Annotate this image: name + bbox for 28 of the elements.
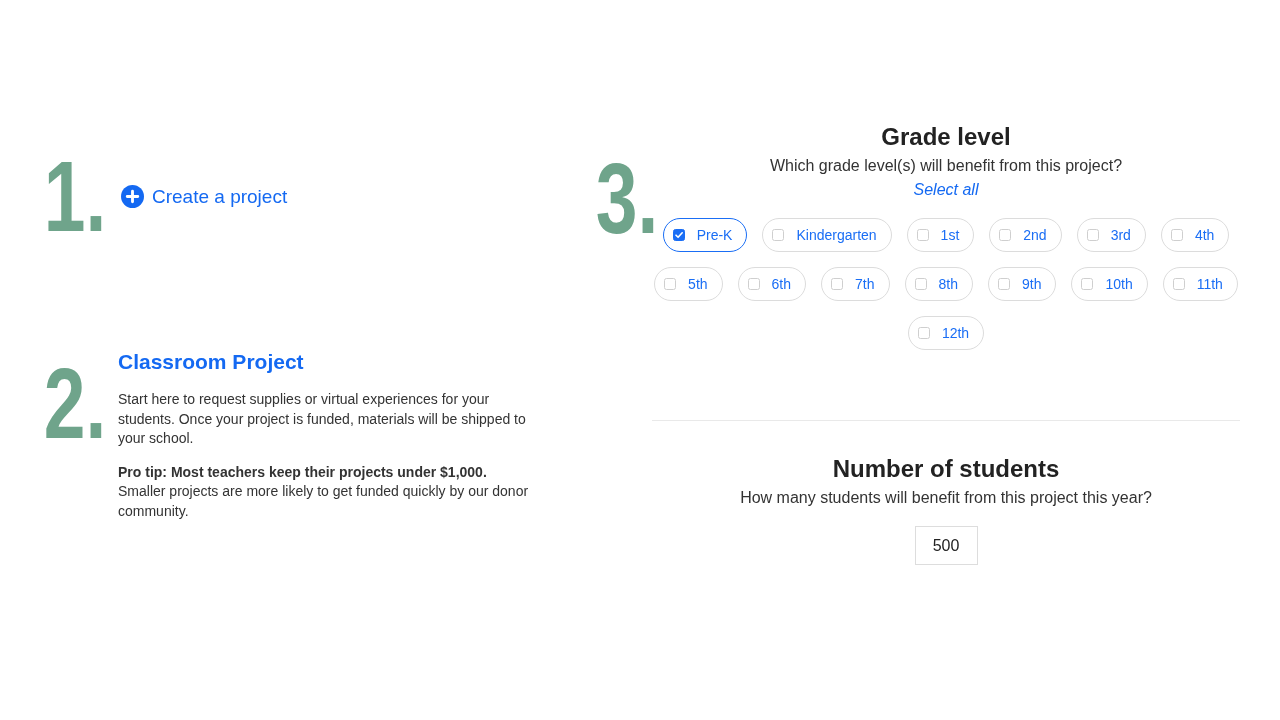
- section-title: Grade level: [881, 122, 1011, 152]
- create-project-link[interactable]: Create a project: [121, 185, 288, 208]
- grade-option[interactable]: Pre-K: [662, 218, 748, 252]
- step-number: 2.: [43, 366, 106, 441]
- select-all-link[interactable]: Select all: [913, 180, 979, 200]
- grade-option[interactable]: 7th: [821, 267, 890, 301]
- section-title: Classroom Project: [118, 349, 305, 375]
- step-number: 1.: [43, 159, 106, 234]
- plus-circle-icon: [121, 185, 144, 208]
- grade-option[interactable]: 4th: [1160, 218, 1230, 252]
- section-title: Number of students: [832, 454, 1060, 484]
- grade-option[interactable]: 1st: [906, 218, 975, 252]
- question-text: How many students will benefit from this project this year?: [740, 488, 1152, 508]
- grade-option[interactable]: 6th: [737, 267, 807, 301]
- grade-option[interactable]: 8th: [904, 267, 973, 301]
- grade-option[interactable]: 12th: [907, 316, 985, 350]
- grade-option[interactable]: 3rd: [1076, 218, 1146, 252]
- student-count-input[interactable]: 500: [914, 526, 978, 565]
- grade-option[interactable]: 2nd: [989, 218, 1062, 252]
- grade-option[interactable]: 5th: [654, 267, 723, 301]
- grade-option[interactable]: 10th: [1071, 267, 1148, 301]
- question-text: Which grade level(s) will benefit from this project?: [769, 156, 1123, 176]
- grade-option[interactable]: 9th: [987, 267, 1057, 301]
- grade-option[interactable]: 11th: [1162, 267, 1238, 301]
- description-text: Pro tip: Most teachers keep their projects under $1,000. Smaller projects are more likely to get funded quickly by our donor community.: [118, 462, 530, 521]
- step-number: 3.: [595, 161, 658, 236]
- description-text: Start here to request supplies or virtual experiences for your students. Once your project is funded, materials will be shipped to your school.: [118, 390, 527, 448]
- grade-option[interactable]: Kindergarten: [762, 218, 892, 252]
